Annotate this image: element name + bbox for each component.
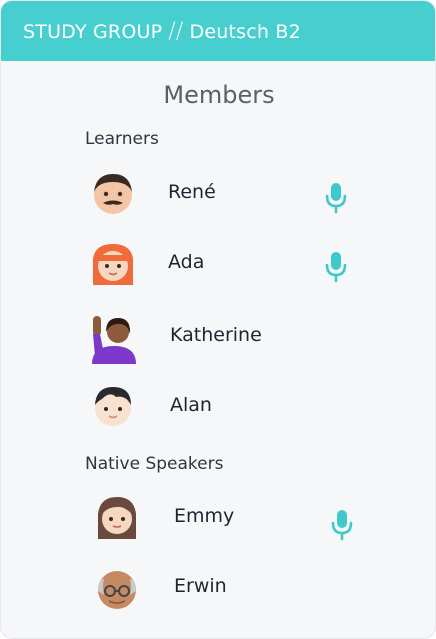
members-panel: STUDY GROUP//Deutsch B2 Members Learners… [0, 0, 436, 639]
member-ada[interactable]: Ada [1, 235, 435, 295]
microphone-icon [331, 510, 353, 541]
member-emmy[interactable]: Emmy [1, 489, 435, 549]
member-name: Ada [168, 251, 205, 273]
microphone-icon [325, 252, 347, 283]
girl-red-hair-avatar-icon [93, 244, 133, 285]
member-katherine[interactable]: Katherine [1, 306, 435, 366]
group-label-learners: Learners [85, 129, 159, 149]
member-name: Alan [170, 394, 212, 416]
member-rene[interactable]: René [1, 165, 435, 225]
header-bar: STUDY GROUP//Deutsch B2 [1, 1, 435, 61]
member-alan[interactable]: Alan [1, 375, 435, 435]
header-separator: // [168, 19, 184, 44]
member-erwin[interactable]: Erwin [1, 558, 435, 618]
member-name: Katherine [170, 324, 262, 346]
member-name: Emmy [174, 505, 235, 527]
member-name: Erwin [174, 575, 227, 597]
boy-avatar-icon [95, 387, 131, 426]
group-label-native-speakers: Native Speakers [85, 454, 224, 474]
old-man-glasses-avatar-icon [98, 571, 136, 609]
header-title-left: STUDY GROUP [23, 21, 163, 43]
microphone-icon [325, 183, 347, 214]
woman-raising-hand-avatar-icon [92, 316, 136, 364]
member-name: René [168, 181, 216, 203]
woman-long-hair-avatar-icon [98, 497, 136, 539]
header-title: STUDY GROUP//Deutsch B2 [23, 19, 301, 44]
header-title-right: Deutsch B2 [189, 21, 301, 43]
man-mustache-avatar-icon [94, 174, 132, 214]
members-title: Members [163, 81, 275, 109]
